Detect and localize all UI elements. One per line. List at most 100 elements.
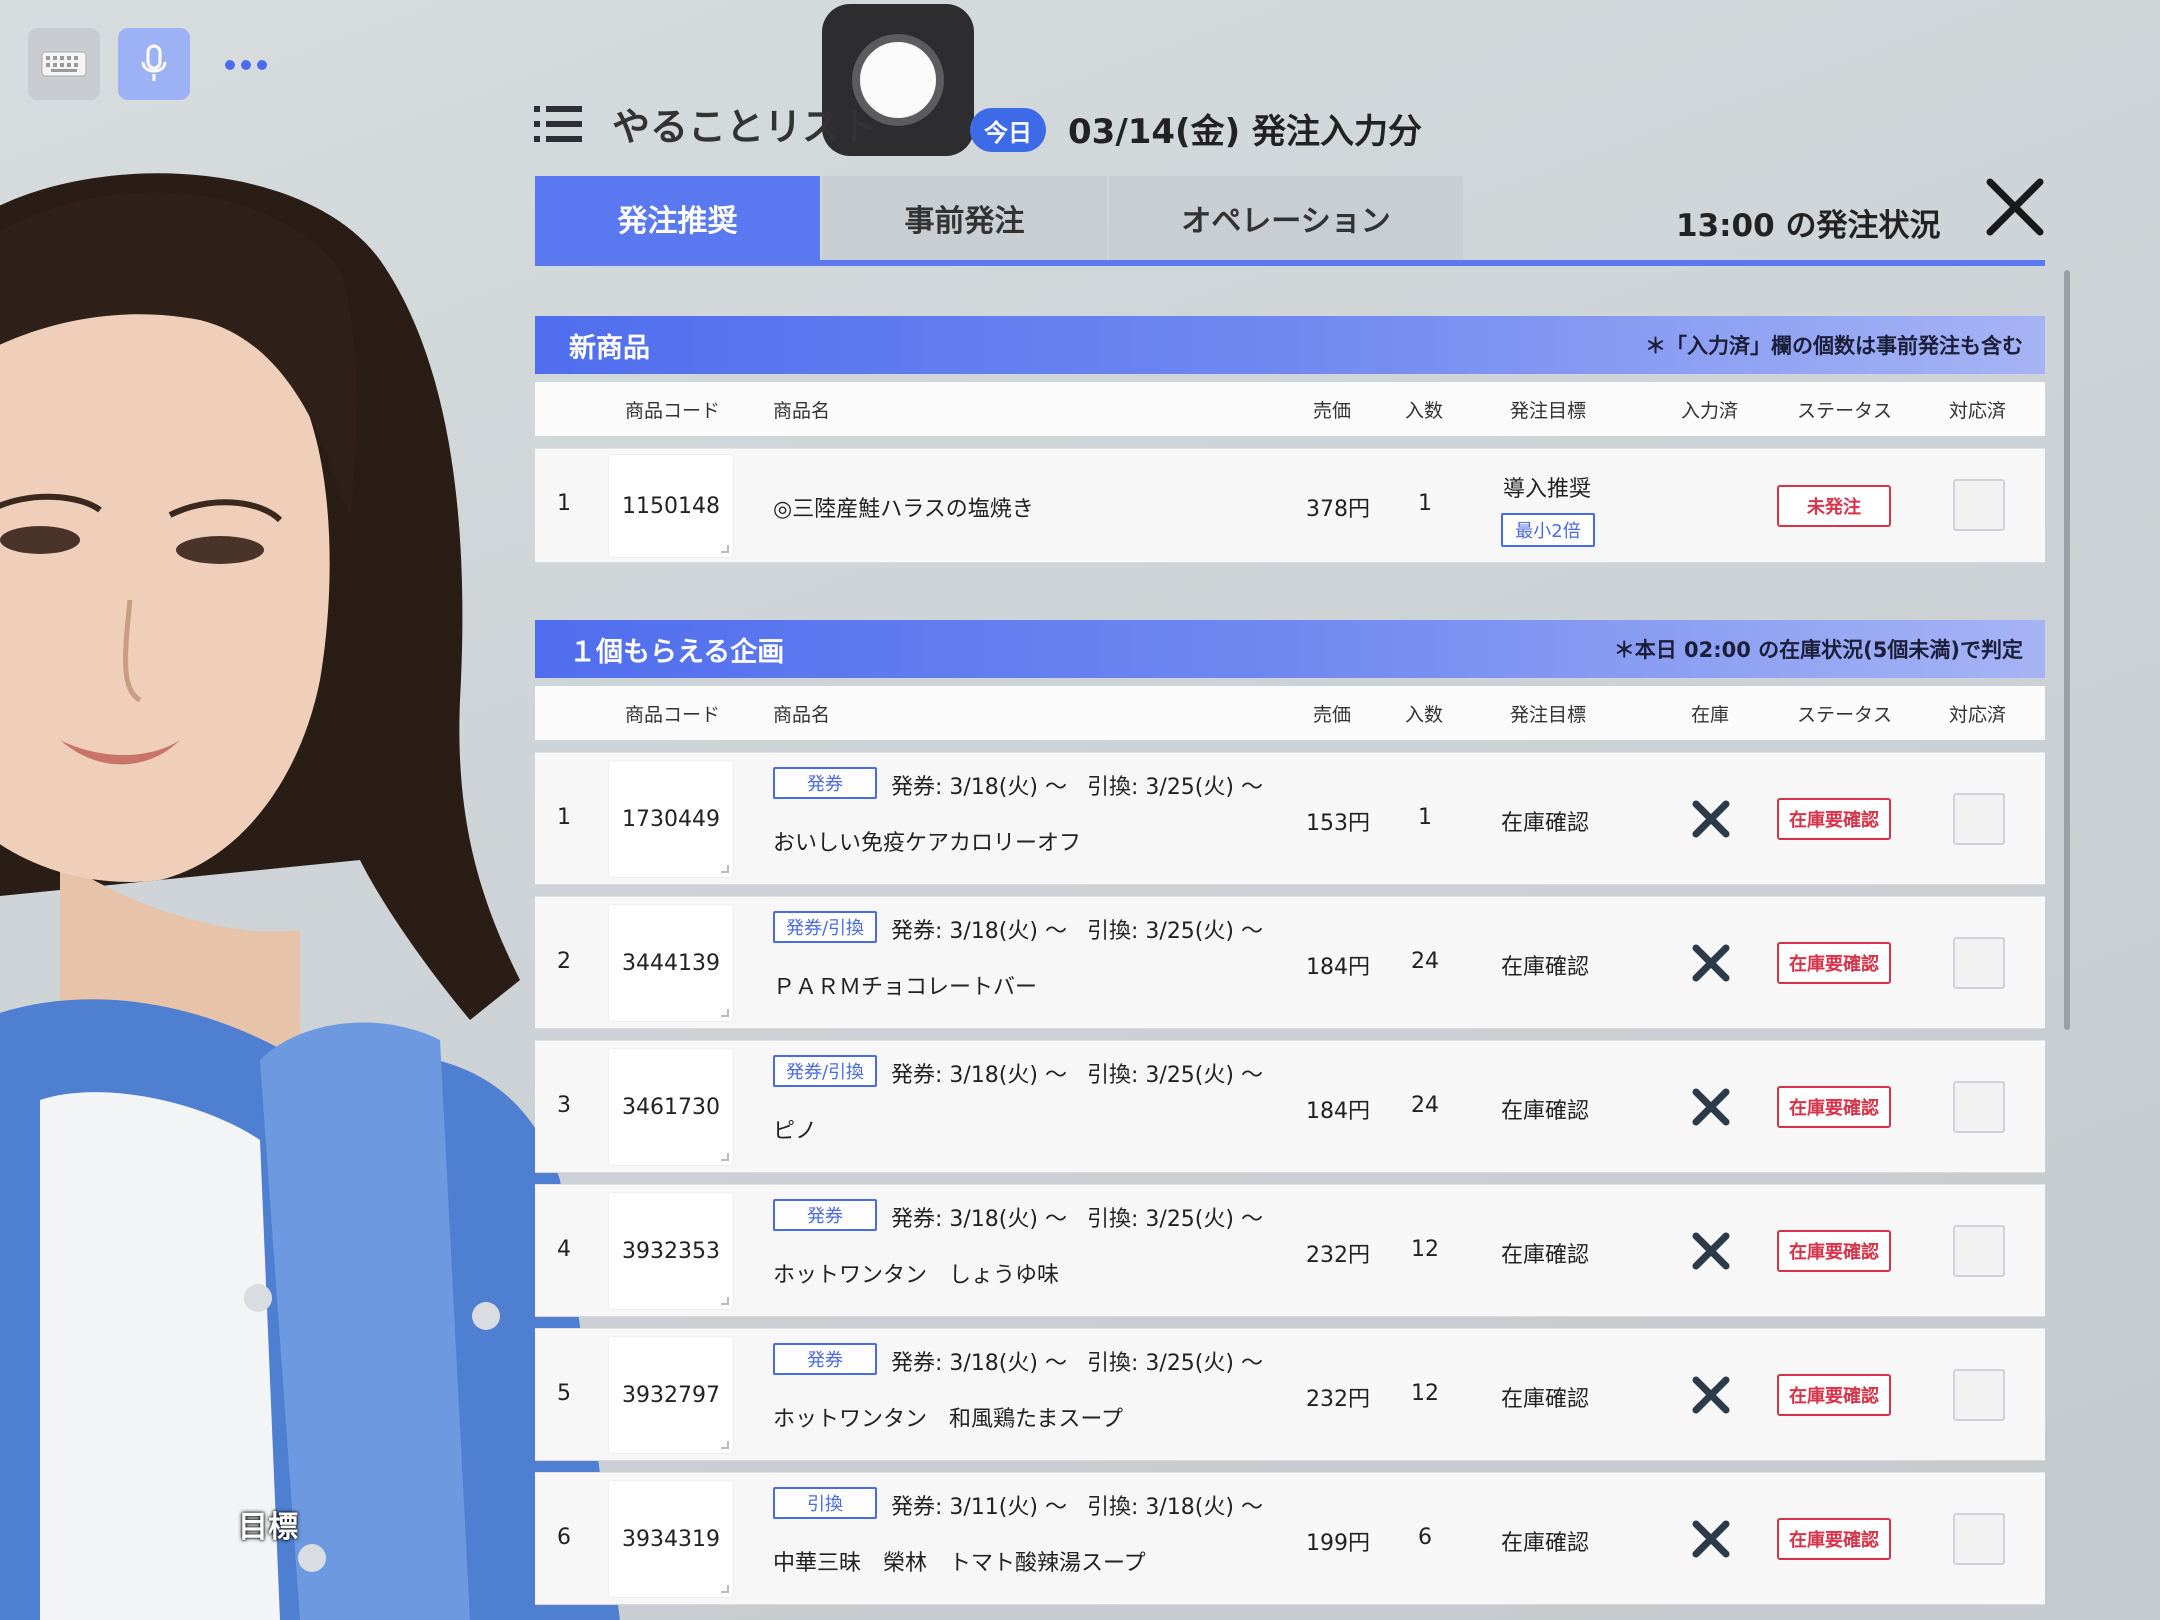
price: 184円 — [1306, 1099, 1370, 1124]
col-done: 対応済 — [1949, 704, 2007, 726]
quantity: 1 — [1418, 805, 1432, 830]
table-row: 3 3461730 発券/引換 発券: 3/18(火) 〜 引換: 3/25(火… — [535, 1040, 2045, 1172]
table-row: 1 1730449 発券 発券: 3/18(火) 〜 引換: 3/25(火) 〜… — [535, 752, 2045, 884]
price: 184円 — [1306, 955, 1370, 980]
product-name: 中華三昧 榮林 トマト酸辣湯スープ — [773, 1551, 1146, 1576]
done-checkbox[interactable] — [1953, 793, 2005, 845]
col-qty: 入数 — [1405, 704, 1444, 726]
col-qty: 入数 — [1405, 400, 1444, 422]
issue-date: 発券: 3/18(火) 〜 — [891, 1063, 1067, 1088]
campaign-tag: 発券/引換 — [773, 911, 877, 943]
product-code[interactable]: 1730449 — [609, 761, 733, 877]
table-row: 5 3932797 発券 発券: 3/18(火) 〜 引換: 3/25(火) 〜… — [535, 1328, 2045, 1460]
section-title: １個もらえる企画 — [569, 636, 785, 668]
column-header: 商品コード 商品名 売価 入数 発注目標 在庫 ステータス 対応済 — [535, 686, 2045, 740]
product-code[interactable]: 3461730 — [609, 1049, 733, 1165]
exchange-date: 引換: 3/25(火) 〜 — [1087, 1351, 1263, 1376]
quantity: 12 — [1411, 1237, 1439, 1262]
product-code[interactable]: 3932797 — [609, 1337, 733, 1453]
table-row: 2 3444139 発券/引換 発券: 3/18(火) 〜 引換: 3/25(火… — [535, 896, 2045, 1028]
quantity: 24 — [1411, 949, 1439, 974]
page-title: やることリスト — [612, 105, 879, 149]
price: 378円 — [1306, 497, 1370, 522]
order-target: 在庫確認 — [1501, 1531, 1590, 1556]
done-checkbox[interactable] — [1953, 1513, 2005, 1565]
order-status-time: 13:00 の発注状況 — [1676, 208, 1941, 244]
out-of-stock-x-icon — [1692, 1088, 1730, 1126]
tab-advance-order[interactable]: 事前発注 — [822, 176, 1107, 260]
scrollbar[interactable] — [2064, 270, 2070, 1030]
product-name: ホットワンタン 和風鶏たまスープ — [773, 1407, 1124, 1432]
row-number: 3 — [557, 1093, 571, 1118]
col-name: 商品名 — [773, 704, 831, 726]
done-checkbox[interactable] — [1953, 1081, 2005, 1133]
close-icon[interactable] — [1984, 176, 2046, 238]
table-row: 4 3932353 発券 発券: 3/18(火) 〜 引換: 3/25(火) 〜… — [535, 1184, 2045, 1316]
status-badge: 在庫要確認 — [1777, 798, 1891, 840]
row-number: 5 — [557, 1381, 571, 1406]
issue-date: 発券: 3/18(火) 〜 — [891, 1207, 1067, 1232]
column-header: 商品コード 商品名 売価 入数 発注目標 入力済 ステータス 対応済 — [535, 382, 2045, 436]
product-name: おいしい免疫ケアカロリーオフ — [773, 831, 1082, 856]
done-checkbox[interactable] — [1953, 937, 2005, 989]
order-date: 03/14(金) 発注入力分 — [1068, 112, 1422, 152]
exchange-date: 引換: 3/25(火) 〜 — [1087, 1063, 1263, 1088]
product-code[interactable]: 3934319 — [609, 1481, 733, 1597]
section-header-campaign: １個もらえる企画 ＊本日 02:00 の在庫状況(5個未満)で判定 — [535, 620, 2045, 678]
order-target: 在庫確認 — [1501, 1243, 1590, 1268]
col-status: ステータス — [1797, 704, 1893, 726]
keyboard-button[interactable] — [28, 28, 100, 100]
exchange-date: 引換: 3/18(火) 〜 — [1087, 1495, 1263, 1520]
table-row: 1 1150148 ◎三陸産鮭ハラスの塩焼き 378円 1 導入推奨 最小2倍 … — [535, 448, 2045, 562]
done-checkbox[interactable] — [1953, 1225, 2005, 1277]
status-badge: 在庫要確認 — [1777, 1374, 1891, 1416]
campaign-tag: 引換 — [773, 1487, 877, 1519]
target-tag: 最小2倍 — [1501, 513, 1595, 547]
price: 199円 — [1306, 1531, 1370, 1556]
list-icon[interactable] — [534, 106, 582, 142]
col-target: 発注目標 — [1510, 704, 1587, 726]
campaign-tag: 発券 — [773, 1343, 877, 1375]
microphone-icon — [141, 44, 167, 81]
product-code[interactable]: 3932353 — [609, 1193, 733, 1309]
done-checkbox[interactable] — [1953, 1369, 2005, 1421]
status-badge: 在庫要確認 — [1777, 1518, 1891, 1560]
product-code[interactable]: 3444139 — [609, 905, 733, 1021]
issue-date: 発券: 3/18(火) 〜 — [891, 919, 1067, 944]
exchange-date: 引換: 3/25(火) 〜 — [1087, 1207, 1263, 1232]
price: 153円 — [1306, 811, 1370, 836]
col-stock: 在庫 — [1691, 704, 1730, 726]
more-options-button[interactable] — [210, 28, 282, 100]
col-price: 売価 — [1313, 400, 1352, 422]
section-title: 新商品 — [569, 332, 650, 364]
tab-operation[interactable]: オペレーション — [1109, 176, 1463, 260]
section-header-new-products: 新商品 ＊「入力済」欄の個数は事前発注も含む — [535, 316, 2045, 374]
col-name: 商品名 — [773, 400, 831, 422]
row-number: 6 — [557, 1525, 571, 1550]
exchange-date: 引換: 3/25(火) 〜 — [1087, 775, 1263, 800]
product-name: ホットワンタン しょうゆ味 — [773, 1263, 1060, 1288]
done-checkbox[interactable] — [1953, 479, 2005, 531]
order-panel: 新商品 ＊「入力済」欄の個数は事前発注も含む 商品コード 商品名 売価 入数 発… — [535, 300, 2045, 1620]
campaign-tag: 発券 — [773, 767, 877, 799]
row-number: 4 — [557, 1237, 571, 1262]
order-target: 導入推奨 — [1503, 477, 1592, 502]
status-badge: 在庫要確認 — [1777, 942, 1891, 984]
campaign-tag: 発券/引換 — [773, 1055, 877, 1087]
status-badge: 在庫要確認 — [1777, 1086, 1891, 1128]
today-badge: 今日 — [970, 108, 1046, 152]
issue-date: 発券: 3/18(火) 〜 — [891, 775, 1067, 800]
campaign-tag: 発券 — [773, 1199, 877, 1231]
row-number: 1 — [557, 491, 571, 516]
tab-order-recommendation[interactable]: 発注推奨 — [535, 176, 820, 260]
microphone-button[interactable] — [118, 28, 190, 100]
status-badge: 未発注 — [1777, 485, 1891, 527]
col-code: 商品コード — [625, 400, 721, 422]
col-price: 売価 — [1313, 704, 1352, 726]
quantity: 6 — [1418, 1525, 1432, 1550]
product-code[interactable]: 1150148 — [609, 455, 733, 557]
out-of-stock-x-icon — [1692, 1232, 1730, 1270]
row-number: 1 — [557, 805, 571, 830]
tab-underline — [535, 260, 2045, 266]
col-target: 発注目標 — [1510, 400, 1587, 422]
